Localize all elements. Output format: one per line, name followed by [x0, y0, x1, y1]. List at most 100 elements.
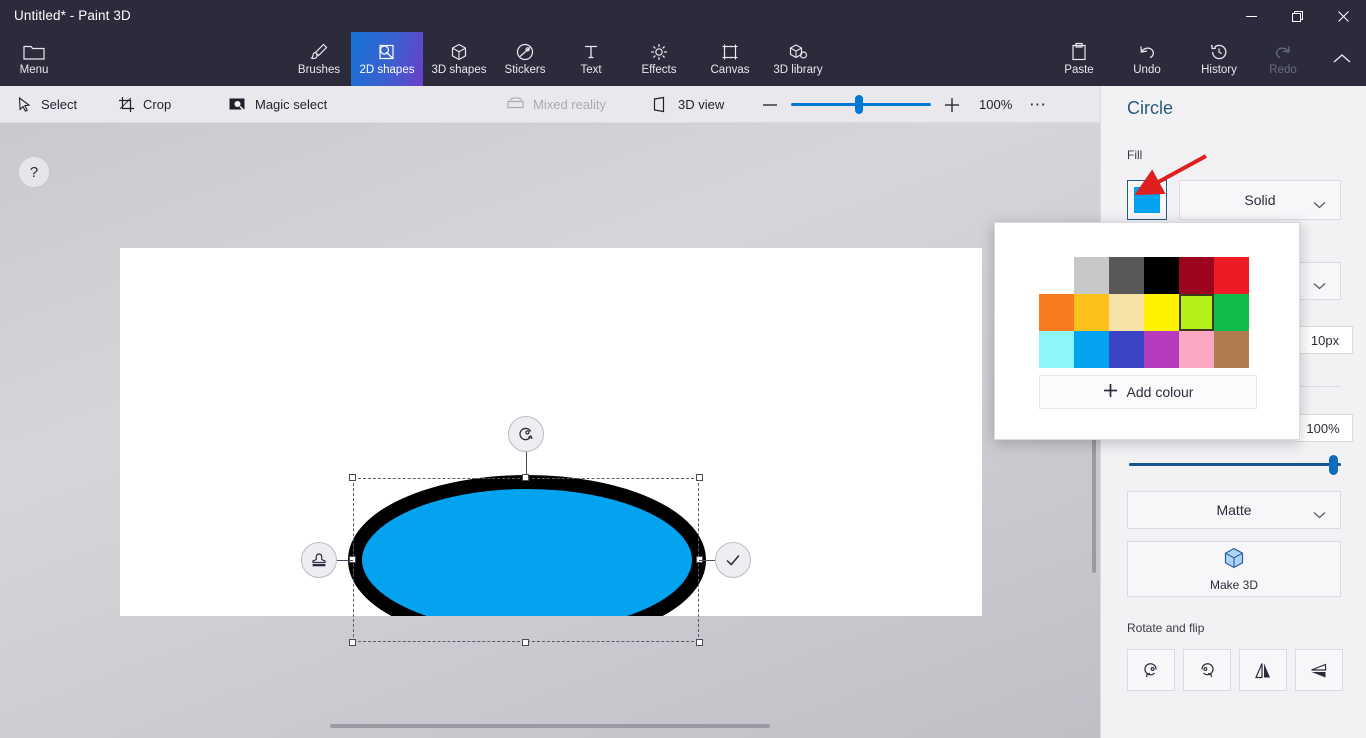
confirm-connector: [699, 560, 715, 561]
crop-icon: [118, 96, 135, 113]
resize-handle-top-left[interactable]: [349, 474, 356, 481]
zoom-controls: 100% ⋯: [757, 86, 1047, 123]
colour-swatch[interactable]: [1109, 331, 1144, 368]
colour-swatch[interactable]: [1144, 257, 1179, 294]
rotate-connector: [526, 452, 527, 474]
3d-view-button[interactable]: 3D view: [645, 86, 730, 123]
chevron-down-icon: [1313, 196, 1326, 212]
tab-2d-shapes-label: 2D shapes: [360, 65, 415, 77]
colour-swatch[interactable]: [1179, 257, 1214, 294]
colour-swatch[interactable]: [1179, 331, 1214, 368]
opacity-input[interactable]: 100%: [1293, 414, 1353, 442]
colour-swatch[interactable]: [1179, 294, 1214, 331]
colour-swatch[interactable]: [1074, 294, 1109, 331]
tool-options-bar: Select Crop Magic select Mixed reality 3: [0, 86, 1100, 123]
rotate-handle-button[interactable]: [508, 416, 544, 452]
add-colour-button[interactable]: Add colour: [1039, 375, 1257, 409]
tab-stickers[interactable]: Stickers: [494, 32, 556, 86]
magic-select-button[interactable]: Magic select: [222, 86, 333, 123]
history-button[interactable]: History: [1188, 32, 1250, 86]
zoom-out-button[interactable]: [757, 86, 783, 123]
rotate-left-icon: [1140, 660, 1162, 681]
opacity-slider[interactable]: [1129, 463, 1341, 466]
add-colour-label: Add colour: [1127, 384, 1194, 400]
colour-swatch[interactable]: [1214, 294, 1249, 331]
maximize-button[interactable]: [1274, 0, 1320, 32]
select-tool-button[interactable]: Select: [10, 86, 83, 123]
help-button[interactable]: ?: [18, 156, 50, 188]
paste-button[interactable]: Paste: [1050, 32, 1108, 86]
colour-swatch[interactable]: [1039, 294, 1074, 331]
flip-vertical-icon: [1308, 660, 1330, 681]
paste-label: Paste: [1064, 65, 1093, 77]
thickness-input[interactable]: 10px: [1297, 326, 1353, 354]
mixed-reality-icon: [506, 96, 525, 113]
chevron-down-icon: [1313, 506, 1326, 522]
rotate-right-button[interactable]: [1183, 649, 1231, 691]
tab-3d-shapes[interactable]: 3D shapes: [424, 32, 494, 86]
colour-swatch[interactable]: [1214, 257, 1249, 294]
resize-handle-bottom-center[interactable]: [522, 639, 529, 646]
undo-button[interactable]: Undo: [1120, 32, 1174, 86]
cursor-icon: [16, 96, 33, 113]
colour-swatch[interactable]: [1074, 331, 1109, 368]
flip-horizontal-icon: [1252, 660, 1274, 681]
colour-swatch[interactable]: [1039, 257, 1074, 294]
colour-swatch-grid[interactable]: [1039, 257, 1249, 368]
colour-swatch[interactable]: [1074, 257, 1109, 294]
flip-horizontal-button[interactable]: [1239, 649, 1287, 691]
colour-picker-popup[interactable]: Add colour: [994, 222, 1300, 440]
fill-colour-preview: [1134, 187, 1160, 213]
make-3d-button[interactable]: Make 3D: [1127, 541, 1341, 597]
colour-swatch[interactable]: [1144, 331, 1179, 368]
fill-style-dropdown[interactable]: Solid: [1179, 180, 1341, 220]
tab-text[interactable]: Text: [566, 32, 616, 86]
resize-handle-bottom-left[interactable]: [349, 639, 356, 646]
opacity-slider-thumb[interactable]: [1329, 455, 1338, 475]
magic-select-icon: [228, 96, 247, 113]
close-button[interactable]: [1320, 0, 1366, 32]
resize-handle-top-right[interactable]: [696, 474, 703, 481]
flip-vertical-button[interactable]: [1295, 649, 1343, 691]
colour-swatch[interactable]: [1214, 331, 1249, 368]
stamp-button[interactable]: [301, 542, 337, 578]
collapse-ribbon-button[interactable]: [1322, 32, 1362, 86]
tab-3d-library[interactable]: 3D library: [762, 32, 834, 86]
tab-effects[interactable]: Effects: [630, 32, 688, 86]
fill-colour-swatch[interactable]: [1127, 180, 1167, 220]
stamp-icon: [309, 550, 329, 570]
mixed-reality-label: Mixed reality: [533, 97, 606, 112]
resize-handle-bottom-right[interactable]: [696, 639, 703, 646]
tab-brushes[interactable]: Brushes: [288, 32, 350, 86]
more-options-button[interactable]: ⋯: [1029, 95, 1047, 115]
menu-button[interactable]: Menu: [6, 32, 62, 86]
3d-view-icon: [651, 96, 670, 113]
resize-handle-top-center[interactable]: [522, 474, 529, 481]
colour-swatch[interactable]: [1109, 257, 1144, 294]
crop-tool-button[interactable]: Crop: [112, 86, 177, 123]
colour-swatch[interactable]: [1144, 294, 1179, 331]
shape-selection[interactable]: [353, 478, 699, 642]
plus-icon: [1103, 383, 1118, 401]
canvas-stage[interactable]: ?: [0, 123, 1100, 738]
tab-canvas[interactable]: Canvas: [699, 32, 761, 86]
rotate-left-button[interactable]: [1127, 649, 1175, 691]
2d-shapes-icon: [376, 41, 398, 63]
colour-swatch[interactable]: [1039, 331, 1074, 368]
confirm-button[interactable]: [715, 542, 751, 578]
horizontal-scrollbar[interactable]: [330, 724, 770, 728]
zoom-in-button[interactable]: [939, 86, 965, 123]
window-controls: [1228, 0, 1366, 32]
tab-2d-shapes[interactable]: 2D shapes: [351, 32, 423, 86]
redo-button: Redo: [1256, 32, 1310, 86]
undo-label: Undo: [1133, 65, 1161, 77]
minimize-button[interactable]: [1228, 0, 1274, 32]
cube-icon: [1221, 546, 1247, 574]
zoom-slider-thumb[interactable]: [855, 95, 863, 114]
zoom-slider[interactable]: [791, 103, 931, 106]
colour-swatch[interactable]: [1109, 294, 1144, 331]
history-label: History: [1201, 65, 1237, 77]
material-dropdown[interactable]: Matte: [1127, 491, 1341, 529]
stickers-icon: [515, 41, 535, 63]
thickness-value: 10px: [1311, 333, 1339, 348]
